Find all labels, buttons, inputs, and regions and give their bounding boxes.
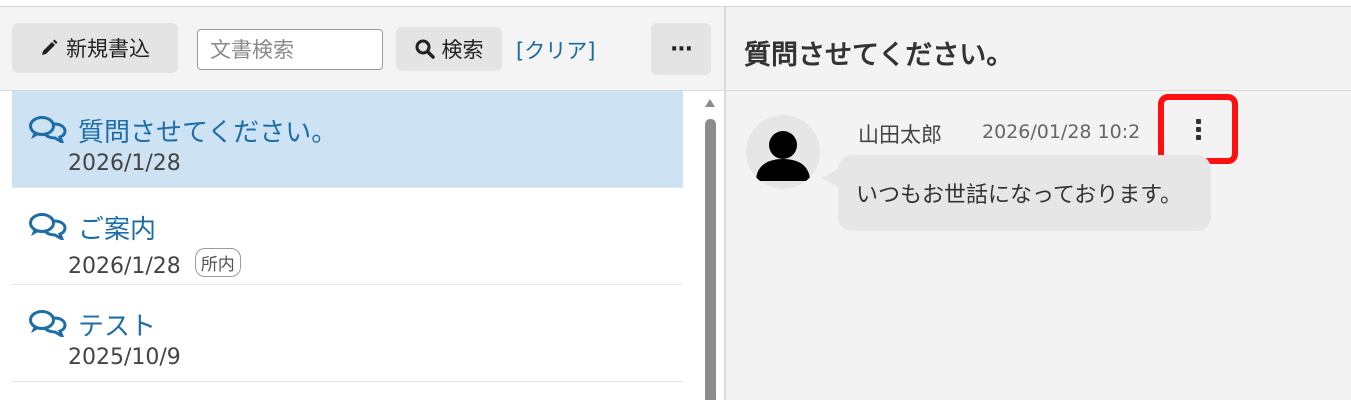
thread-item[interactable]: テスト 2025/10/9 <box>12 285 683 382</box>
message-bubble: いつもお世話になっております。 <box>822 155 1211 231</box>
thread-date-wrapper: 2026/1/28 所内 <box>68 248 241 279</box>
more-options-button[interactable]: ··· <box>651 23 711 75</box>
scope-badge: 所内 <box>194 248 241 277</box>
message-menu-button[interactable] <box>1158 94 1238 164</box>
comments-icon <box>29 310 67 337</box>
search-label: 検索 <box>441 38 484 62</box>
scroll-thumb[interactable] <box>705 119 716 400</box>
list-scrollbar[interactable] <box>703 91 717 400</box>
thread-item[interactable]: 質問させてください。 2026/1/28 <box>12 91 683 188</box>
thread-list-pane: 新規書込 検索 [クリア] ··· 質問させてください。 2026/1/28 <box>0 7 724 400</box>
thread-date: 2026/1/28 <box>68 254 181 279</box>
thread-title: 質問させてください。 <box>78 118 338 148</box>
detail-header: 質問させてください。 <box>726 7 1351 91</box>
vertical-ellipsis-icon <box>1195 117 1201 141</box>
avatar <box>746 115 820 189</box>
magnifier-icon <box>415 39 435 59</box>
comments-icon <box>29 213 67 240</box>
detail-title: 質問させてください。 <box>744 40 1014 71</box>
thread-list: 質問させてください。 2026/1/28 ご案内 2026/1/28 所内 テスト… <box>12 91 683 382</box>
thread-date: 2025/10/9 <box>68 345 181 370</box>
pencil-icon <box>42 39 58 55</box>
clear-link[interactable]: [クリア] <box>516 35 595 65</box>
list-toolbar: 新規書込 検索 [クリア] ··· <box>0 7 724 91</box>
message-time: 2026/01/28 10:2 <box>982 121 1141 143</box>
message-text: いつもお世話になっております。 <box>856 183 1183 208</box>
search-input[interactable] <box>197 29 383 70</box>
thread-title: ご案内 <box>78 215 157 245</box>
thread-item[interactable]: ご案内 2026/1/28 所内 <box>12 188 683 285</box>
comments-icon <box>29 116 67 143</box>
search-button[interactable]: 検索 <box>396 27 502 71</box>
thread-detail-pane: 質問させてください。 山田太郎 2026/01/28 10:2 いつもお世話にな… <box>726 7 1351 400</box>
message-author: 山田太郎 <box>858 123 942 147</box>
more-label: ··· <box>669 36 693 62</box>
new-post-button[interactable]: 新規書込 <box>12 23 178 73</box>
thread-date: 2026/1/28 <box>68 151 181 176</box>
user-silhouette-icon <box>756 131 810 181</box>
thread-title: テスト <box>78 312 157 342</box>
new-post-label: 新規書込 <box>66 37 150 61</box>
scroll-up-arrow-icon[interactable] <box>705 99 715 107</box>
